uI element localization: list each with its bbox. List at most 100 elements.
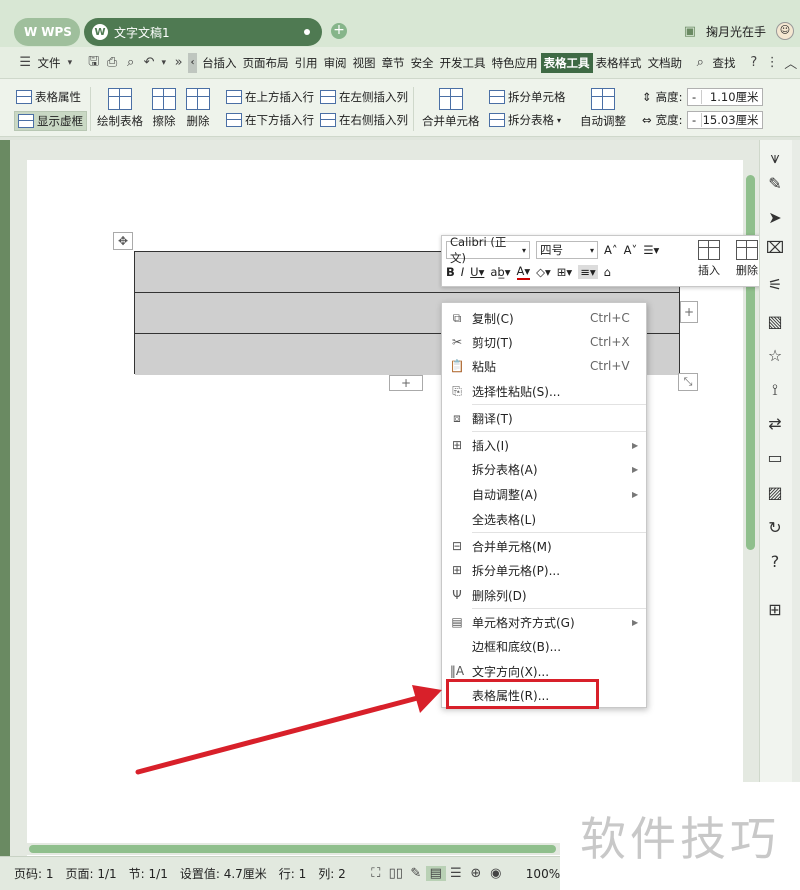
clear-format-icon[interactable]: ⌂ <box>604 265 611 279</box>
split-table-button[interactable]: 拆分表格 ▾ <box>489 112 561 128</box>
document-tab[interactable]: W 文字文稿1 <box>84 18 322 46</box>
delete-button[interactable]: 删除 <box>186 88 210 129</box>
translate-icon[interactable]: ⇄ <box>760 414 790 433</box>
add-column-button[interactable]: + <box>680 301 698 323</box>
horizontal-scroll-thumb[interactable] <box>29 845 556 853</box>
page-view-icon[interactable]: ▤ <box>425 866 446 881</box>
menu-item-split-cells[interactable]: ⊞ 拆分单元格(P)... <box>442 558 646 582</box>
menu-item[interactable]: 表格样式 <box>593 55 645 71</box>
align-icon[interactable]: ≡▾ <box>578 265 598 279</box>
insert-row-above-button[interactable]: 在上方插入行 <box>226 89 314 105</box>
share-icon[interactable]: ⟟ <box>760 380 790 400</box>
menu-item-cut[interactable]: ✂ 剪切(T) Ctrl+X <box>442 330 646 354</box>
menu-item-translate[interactable]: ⧈ 翻译(T) <box>442 406 646 430</box>
auto-fit-button[interactable]: 自动调整 <box>580 88 626 129</box>
col-width-input[interactable]: - 15.03厘米 <box>686 111 763 129</box>
search-label[interactable]: 查找 <box>710 55 739 71</box>
bold-icon[interactable]: B <box>446 265 455 279</box>
fullscreen-icon[interactable]: ⛶ <box>366 866 386 881</box>
hamburger-icon[interactable]: ☰ <box>16 55 34 70</box>
adjust-icon[interactable]: ⚟ <box>760 275 790 294</box>
decrease-icon[interactable]: - <box>688 90 702 104</box>
status-pages[interactable]: 页面: 1/1 <box>60 865 123 882</box>
table-move-handle-icon[interactable]: ✥ <box>113 232 133 250</box>
menu-item[interactable]: 引用 <box>292 55 321 71</box>
vertical-scroll-thumb[interactable] <box>746 175 755 550</box>
menu-item-cell-align[interactable]: ▤ 单元格对齐方式(G) ▶ <box>442 610 646 634</box>
status-page-number[interactable]: 页码: 1 <box>8 865 60 882</box>
add-row-button[interactable]: + <box>389 375 423 391</box>
user-name[interactable]: 掬月光在手 <box>706 23 766 40</box>
print-icon[interactable]: ⎙ <box>103 55 121 70</box>
horizontal-scrollbar[interactable] <box>25 843 560 855</box>
history-icon[interactable]: ↻ <box>760 518 790 537</box>
menu-item-borders[interactable]: 边框和底纹(B)... <box>442 634 646 658</box>
draw-table-button[interactable]: 绘制表格 <box>97 88 143 129</box>
image-icon[interactable]: ▧ <box>760 312 790 331</box>
fill-color-icon[interactable]: ◇▾ <box>536 265 551 279</box>
menu-item[interactable]: 安全 <box>408 55 437 71</box>
chevron-down-icon[interactable]: ▾ <box>63 58 76 68</box>
decrease-icon[interactable]: - <box>688 113 702 127</box>
picture-icon[interactable]: ▨ <box>760 483 790 502</box>
status-col[interactable]: 列: 2 <box>312 865 352 882</box>
menu-item-auto-fit[interactable]: 自动调整(A) ▶ <box>442 482 646 506</box>
menu-item-copy[interactable]: ⧉ 复制(C) Ctrl+C <box>442 306 646 330</box>
menu-item[interactable]: 台插入 <box>199 55 240 71</box>
menu-item[interactable]: 文档助 <box>645 55 686 71</box>
split-cells-button[interactable]: 拆分单元格 <box>489 89 566 105</box>
status-setting[interactable]: 设置值: 4.7厘米 <box>174 865 273 882</box>
highlight-icon[interactable]: ab̲▾ <box>490 265 510 279</box>
archive-icon[interactable]: ▭ <box>760 448 790 467</box>
menu-item[interactable]: 开发工具 <box>437 55 489 71</box>
insert-col-left-button[interactable]: 在左侧插入列 <box>320 89 408 105</box>
chevron-down-icon[interactable]: ▾ <box>158 58 169 68</box>
row-height-input[interactable]: - 1.10厘米 <box>686 88 763 106</box>
font-name-select[interactable]: Calibri (正文) ▾ <box>446 235 530 265</box>
table-resize-handle-icon[interactable]: ⤡ <box>678 373 698 391</box>
italic-icon[interactable]: I <box>461 265 464 279</box>
eye-protection-icon[interactable]: ◉ <box>486 866 506 881</box>
new-tab-button[interactable]: + <box>331 23 347 39</box>
tab-table-tools[interactable]: 表格工具 <box>540 52 593 73</box>
status-row[interactable]: 行: 1 <box>273 865 313 882</box>
select-cursor-icon[interactable]: ➤ <box>760 208 790 227</box>
shrink-font-icon[interactable]: A˅ <box>624 243 638 257</box>
merge-cells-button[interactable]: 合并单元格 <box>422 88 480 129</box>
border-icon[interactable]: ⊞▾ <box>557 265 572 279</box>
print-preview-icon[interactable]: ⌕ <box>121 55 139 70</box>
insert-row-below-button[interactable]: 在下方插入行 <box>226 112 314 128</box>
font-color-icon[interactable]: A▾ <box>516 264 531 280</box>
web-view-icon[interactable]: ⊕ <box>466 866 486 881</box>
collapse-panel-icon[interactable]: ⩛ <box>760 148 790 168</box>
read-mode-icon[interactable]: ▯▯ <box>386 866 406 881</box>
help-icon[interactable]: ? <box>745 55 763 70</box>
avatar[interactable]: ☺ <box>776 22 794 40</box>
menu-item-merge-cells[interactable]: ⊟ 合并单元格(M) <box>442 534 646 558</box>
more-options-icon[interactable]: ⋮ <box>763 55 781 70</box>
star-icon[interactable]: ☆ <box>760 346 790 365</box>
underline-icon[interactable]: U▾ <box>470 265 484 279</box>
status-section[interactable]: 节: 1/1 <box>123 865 174 882</box>
mini-insert-button[interactable]: 插入 <box>698 240 720 278</box>
grow-font-icon[interactable]: A˄ <box>604 243 618 257</box>
mini-delete-button[interactable]: 删除 <box>736 240 758 278</box>
outline-view-icon[interactable]: ☰ <box>446 866 466 881</box>
save-icon[interactable]: 🖫 <box>84 52 102 74</box>
menu-item[interactable]: 审阅 <box>321 55 350 71</box>
search-icon[interactable]: ⌕ <box>691 55 709 70</box>
menu-item[interactable]: 视图 <box>350 55 379 71</box>
menu-item-split-table[interactable]: 拆分表格(A) ▶ <box>442 457 646 481</box>
menu-item[interactable]: 特色应用 <box>489 55 541 71</box>
menu-item[interactable]: 章节 <box>379 55 408 71</box>
table-properties-button[interactable]: 表格属性 <box>16 89 81 105</box>
apps-icon[interactable]: ⊞ <box>760 600 790 619</box>
erase-button[interactable]: 擦除 <box>152 88 176 129</box>
menu-item-paste-special[interactable]: ⎘ 选择性粘贴(S)... <box>442 379 646 403</box>
insert-col-right-button[interactable]: 在右侧插入列 <box>320 112 408 128</box>
collapse-ribbon-icon[interactable]: ︿ <box>781 53 799 72</box>
menu-item-paste[interactable]: 📋 粘贴 Ctrl+V <box>442 354 646 378</box>
scroll-left-button[interactable]: ‹ <box>187 52 198 73</box>
edit-mode-icon[interactable]: ✎ <box>406 866 426 881</box>
menu-file[interactable]: 文件 <box>34 55 63 71</box>
